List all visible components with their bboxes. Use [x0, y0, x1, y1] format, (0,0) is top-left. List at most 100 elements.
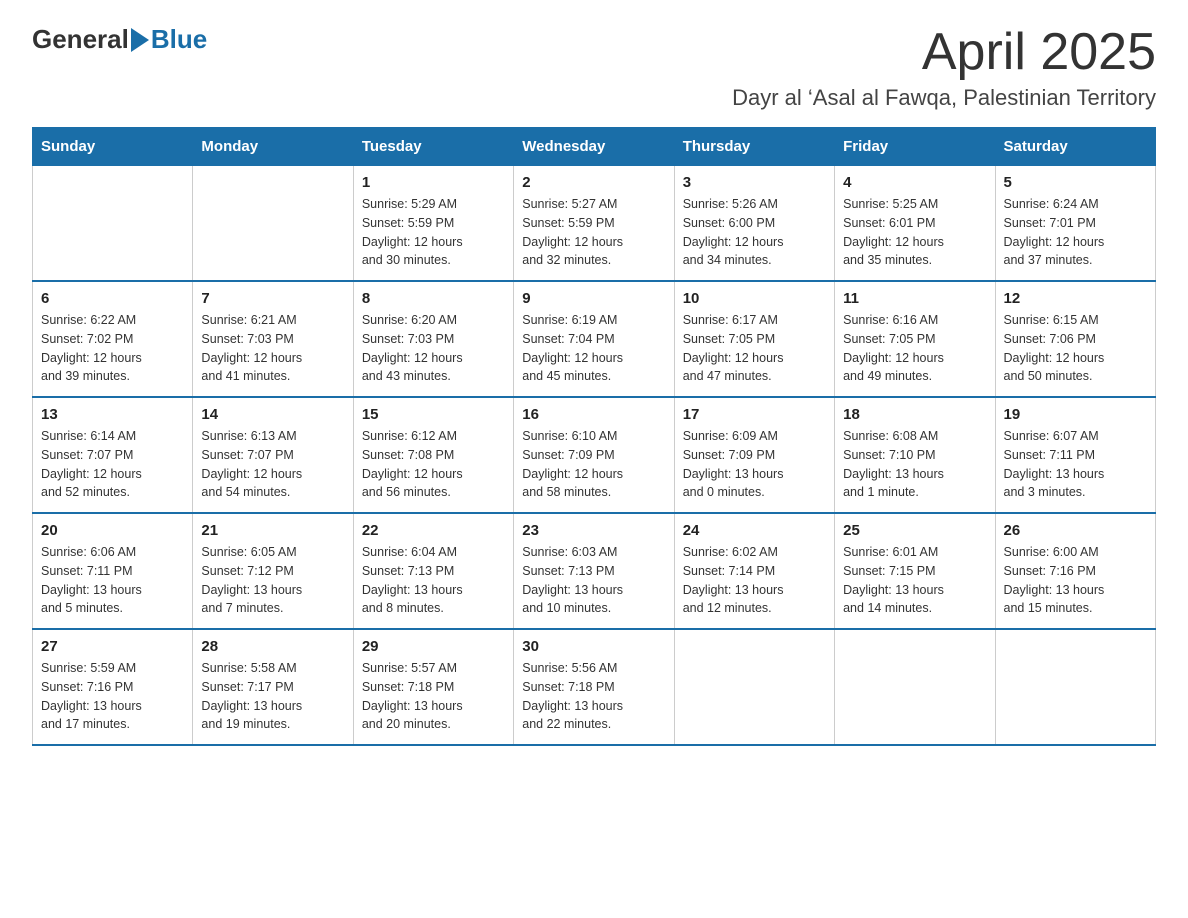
day-of-week-header: Saturday: [995, 128, 1155, 166]
day-of-week-header: Wednesday: [514, 128, 674, 166]
calendar-table: SundayMondayTuesdayWednesdayThursdayFrid…: [32, 127, 1156, 746]
month-title: April 2025: [732, 24, 1156, 81]
day-number: 16: [522, 406, 665, 423]
day-info: Sunrise: 6:12 AMSunset: 7:08 PMDaylight:…: [362, 427, 505, 502]
calendar-cell: 28 Sunrise: 5:58 AMSunset: 7:17 PMDayligh…: [193, 629, 353, 745]
logo-general-text: General: [32, 24, 129, 55]
calendar-cell: [674, 629, 834, 745]
day-info: Sunrise: 6:02 AMSunset: 7:14 PMDaylight:…: [683, 543, 826, 618]
day-info: Sunrise: 6:00 AMSunset: 7:16 PMDaylight:…: [1004, 543, 1147, 618]
day-info: Sunrise: 6:05 AMSunset: 7:12 PMDaylight:…: [201, 543, 344, 618]
day-number: 23: [522, 522, 665, 539]
day-number: 28: [201, 638, 344, 655]
calendar-cell: 3 Sunrise: 5:26 AMSunset: 6:00 PMDaylight…: [674, 166, 834, 282]
day-info: Sunrise: 6:04 AMSunset: 7:13 PMDaylight:…: [362, 543, 505, 618]
day-number: 4: [843, 174, 986, 191]
calendar-week-row: 27Sunrise: 5:59 AMSunset: 7:16 PMDayligh…: [33, 629, 1156, 745]
calendar-cell: 2 Sunrise: 5:27 AMSunset: 5:59 PMDaylight…: [514, 166, 674, 282]
day-of-week-header: Friday: [835, 128, 995, 166]
location-subtitle: Dayr al ‘Asal al Fawqa, Palestinian Terr…: [732, 85, 1156, 111]
day-number: 14: [201, 406, 344, 423]
day-info: Sunrise: 5:26 AMSunset: 6:00 PMDaylight:…: [683, 195, 826, 270]
calendar-cell: 6 Sunrise: 6:22 AMSunset: 7:02 PMDaylight…: [33, 281, 193, 397]
day-number: 6: [41, 290, 184, 307]
calendar-cell: 16 Sunrise: 6:10 AMSunset: 7:09 PMDayligh…: [514, 397, 674, 513]
calendar-cell: 14 Sunrise: 6:13 AMSunset: 7:07 PMDayligh…: [193, 397, 353, 513]
day-info: Sunrise: 6:16 AMSunset: 7:05 PMDaylight:…: [843, 311, 986, 386]
day-number: 20: [41, 522, 184, 539]
day-of-week-header: Tuesday: [353, 128, 513, 166]
calendar-cell: [33, 166, 193, 282]
day-info: Sunrise: 6:20 AMSunset: 7:03 PMDaylight:…: [362, 311, 505, 386]
day-number: 10: [683, 290, 826, 307]
calendar-cell: 23Sunrise: 6:03 AMSunset: 7:13 PMDayligh…: [514, 513, 674, 629]
calendar-cell: 19 Sunrise: 6:07 AMSunset: 7:11 PMDayligh…: [995, 397, 1155, 513]
day-number: 13: [41, 406, 184, 423]
calendar-week-row: 1 Sunrise: 5:29 AMSunset: 5:59 PMDaylight…: [33, 166, 1156, 282]
day-number: 5: [1004, 174, 1147, 191]
calendar-cell: [193, 166, 353, 282]
day-info: Sunrise: 6:21 AMSunset: 7:03 PMDaylight:…: [201, 311, 344, 386]
day-number: 29: [362, 638, 505, 655]
calendar-cell: 22 Sunrise: 6:04 AMSunset: 7:13 PMDayligh…: [353, 513, 513, 629]
day-info: Sunrise: 6:08 AMSunset: 7:10 PMDaylight:…: [843, 427, 986, 502]
day-number: 8: [362, 290, 505, 307]
day-info: Sunrise: 5:58 AMSunset: 7:17 PMDaylight:…: [201, 659, 344, 734]
day-number: 22: [362, 522, 505, 539]
calendar-header-row: SundayMondayTuesdayWednesdayThursdayFrid…: [33, 128, 1156, 166]
calendar-week-row: 6 Sunrise: 6:22 AMSunset: 7:02 PMDaylight…: [33, 281, 1156, 397]
day-number: 12: [1004, 290, 1147, 307]
day-number: 9: [522, 290, 665, 307]
day-info: Sunrise: 6:22 AMSunset: 7:02 PMDaylight:…: [41, 311, 184, 386]
day-info: Sunrise: 6:09 AMSunset: 7:09 PMDaylight:…: [683, 427, 826, 502]
day-info: Sunrise: 6:13 AMSunset: 7:07 PMDaylight:…: [201, 427, 344, 502]
calendar-cell: [995, 629, 1155, 745]
day-info: Sunrise: 6:14 AMSunset: 7:07 PMDaylight:…: [41, 427, 184, 502]
day-number: 11: [843, 290, 986, 307]
day-number: 3: [683, 174, 826, 191]
calendar-cell: 1 Sunrise: 5:29 AMSunset: 5:59 PMDaylight…: [353, 166, 513, 282]
day-number: 21: [201, 522, 344, 539]
day-info: Sunrise: 5:59 AMSunset: 7:16 PMDaylight:…: [41, 659, 184, 734]
day-number: 2: [522, 174, 665, 191]
calendar-week-row: 13 Sunrise: 6:14 AMSunset: 7:07 PMDayligh…: [33, 397, 1156, 513]
day-info: Sunrise: 6:06 AMSunset: 7:11 PMDaylight:…: [41, 543, 184, 618]
day-of-week-header: Thursday: [674, 128, 834, 166]
day-info: Sunrise: 5:25 AMSunset: 6:01 PMDaylight:…: [843, 195, 986, 270]
calendar-cell: 26 Sunrise: 6:00 AMSunset: 7:16 PMDayligh…: [995, 513, 1155, 629]
calendar-week-row: 20 Sunrise: 6:06 AMSunset: 7:11 PMDayligh…: [33, 513, 1156, 629]
logo: General Blue: [32, 24, 207, 55]
day-number: 18: [843, 406, 986, 423]
day-number: 15: [362, 406, 505, 423]
day-of-week-header: Sunday: [33, 128, 193, 166]
day-number: 26: [1004, 522, 1147, 539]
day-number: 7: [201, 290, 344, 307]
day-info: Sunrise: 6:07 AMSunset: 7:11 PMDaylight:…: [1004, 427, 1147, 502]
logo-arrow-icon: [131, 28, 149, 52]
calendar-cell: [835, 629, 995, 745]
day-info: Sunrise: 5:57 AMSunset: 7:18 PMDaylight:…: [362, 659, 505, 734]
day-info: Sunrise: 5:27 AMSunset: 5:59 PMDaylight:…: [522, 195, 665, 270]
calendar-cell: 4 Sunrise: 5:25 AMSunset: 6:01 PMDaylight…: [835, 166, 995, 282]
day-info: Sunrise: 6:24 AMSunset: 7:01 PMDaylight:…: [1004, 195, 1147, 270]
day-info: Sunrise: 5:29 AMSunset: 5:59 PMDaylight:…: [362, 195, 505, 270]
day-number: 30: [522, 638, 665, 655]
calendar-cell: 15 Sunrise: 6:12 AMSunset: 7:08 PMDayligh…: [353, 397, 513, 513]
calendar-cell: 12Sunrise: 6:15 AMSunset: 7:06 PMDayligh…: [995, 281, 1155, 397]
calendar-cell: 8 Sunrise: 6:20 AMSunset: 7:03 PMDaylight…: [353, 281, 513, 397]
calendar-cell: 30 Sunrise: 5:56 AMSunset: 7:18 PMDayligh…: [514, 629, 674, 745]
day-info: Sunrise: 5:56 AMSunset: 7:18 PMDaylight:…: [522, 659, 665, 734]
calendar-cell: 9Sunrise: 6:19 AMSunset: 7:04 PMDaylight…: [514, 281, 674, 397]
logo-blue-text: Blue: [151, 24, 207, 55]
calendar-cell: 17Sunrise: 6:09 AMSunset: 7:09 PMDayligh…: [674, 397, 834, 513]
calendar-cell: 5 Sunrise: 6:24 AMSunset: 7:01 PMDaylight…: [995, 166, 1155, 282]
calendar-cell: 24Sunrise: 6:02 AMSunset: 7:14 PMDayligh…: [674, 513, 834, 629]
title-block: April 2025 Dayr al ‘Asal al Fawqa, Pales…: [732, 24, 1156, 111]
day-info: Sunrise: 6:10 AMSunset: 7:09 PMDaylight:…: [522, 427, 665, 502]
day-number: 1: [362, 174, 505, 191]
page-header: General Blue April 2025 Dayr al ‘Asal al…: [32, 24, 1156, 111]
day-number: 19: [1004, 406, 1147, 423]
calendar-cell: 27Sunrise: 5:59 AMSunset: 7:16 PMDayligh…: [33, 629, 193, 745]
calendar-cell: 29 Sunrise: 5:57 AMSunset: 7:18 PMDayligh…: [353, 629, 513, 745]
calendar-cell: 7 Sunrise: 6:21 AMSunset: 7:03 PMDaylight…: [193, 281, 353, 397]
